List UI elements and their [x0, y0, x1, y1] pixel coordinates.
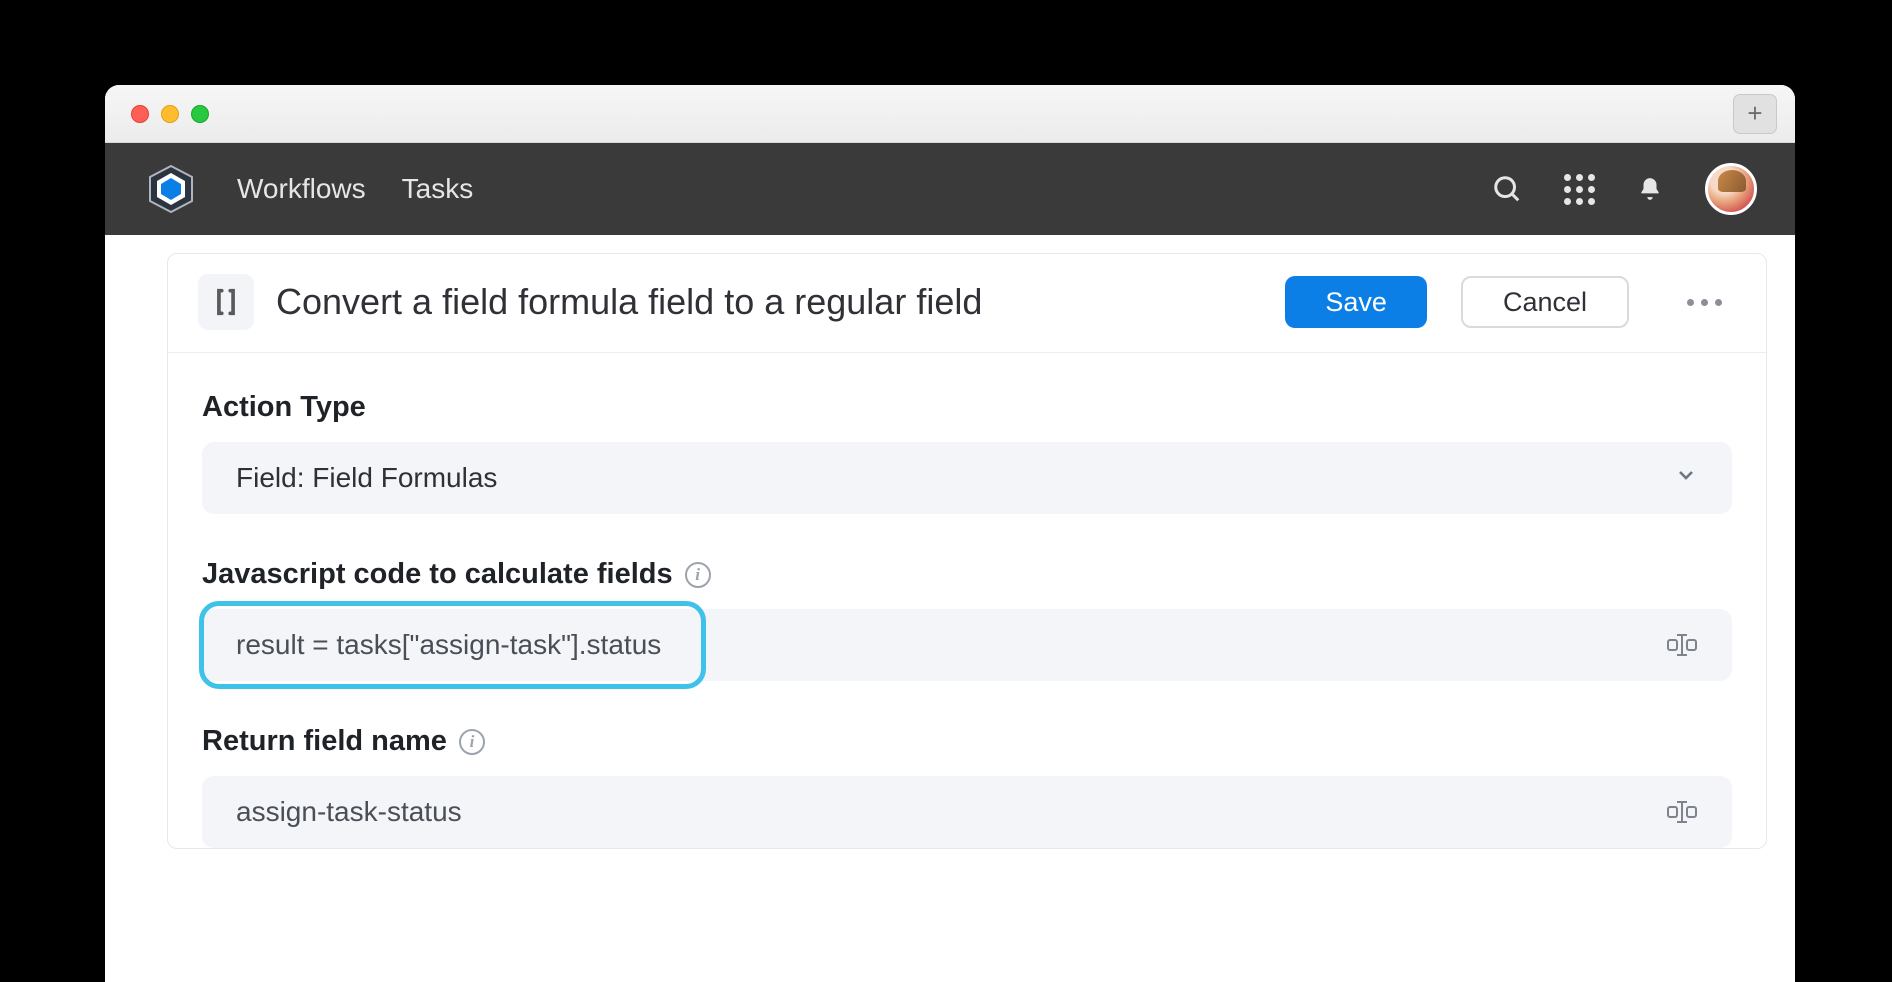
top-navbar: Workflows Tasks	[105, 143, 1795, 235]
nav-right	[1492, 163, 1757, 215]
nav-links: Workflows Tasks	[237, 173, 473, 205]
action-panel: Convert a field formula field to a regul…	[167, 253, 1767, 849]
window-maximize-button[interactable]	[191, 105, 209, 123]
panel-header: Convert a field formula field to a regul…	[168, 254, 1766, 353]
new-tab-button[interactable]: +	[1733, 94, 1777, 134]
more-actions-button[interactable]	[1673, 285, 1736, 320]
window-close-button[interactable]	[131, 105, 149, 123]
traffic-lights	[131, 105, 209, 123]
app-logo[interactable]	[143, 161, 199, 217]
js-code-input[interactable]: result = tasks["assign-task"].status	[202, 609, 1732, 681]
nav-link-workflows[interactable]: Workflows	[237, 173, 366, 205]
insert-variable-icon[interactable]	[1666, 801, 1698, 823]
nav-left: Workflows Tasks	[143, 161, 473, 217]
action-type-value: Field: Field Formulas	[236, 462, 497, 494]
info-icon[interactable]: i	[685, 562, 711, 588]
nav-link-tasks[interactable]: Tasks	[402, 173, 474, 205]
cancel-button[interactable]: Cancel	[1461, 276, 1629, 328]
js-code-label: Javascript code to calculate fields i	[202, 558, 1732, 591]
js-code-wrap: result = tasks["assign-task"].status res…	[202, 609, 1732, 681]
return-field-label: Return field name i	[202, 725, 1732, 758]
insert-variable-icon[interactable]	[1666, 634, 1698, 656]
return-field-value: assign-task-status	[236, 796, 462, 828]
page-title: Convert a field formula field to a regul…	[276, 281, 1263, 323]
save-button[interactable]: Save	[1285, 276, 1427, 328]
chevron-down-icon	[1674, 462, 1698, 494]
app-window: + Workflows Tasks	[105, 85, 1795, 982]
info-icon[interactable]: i	[459, 729, 485, 755]
action-type-select[interactable]: Field: Field Formulas	[202, 442, 1732, 514]
apps-grid-icon[interactable]	[1564, 174, 1595, 205]
search-icon[interactable]	[1492, 174, 1522, 204]
return-field-input[interactable]: assign-task-status	[202, 776, 1732, 848]
window-minimize-button[interactable]	[161, 105, 179, 123]
notifications-icon[interactable]	[1637, 175, 1663, 203]
action-type-label: Action Type	[202, 391, 1732, 424]
window-titlebar: +	[105, 85, 1795, 143]
panel-body: Action Type Field: Field Formulas Javasc…	[168, 353, 1766, 848]
formula-icon	[198, 274, 254, 330]
user-avatar[interactable]	[1705, 163, 1757, 215]
js-code-value: result = tasks["assign-task"].status	[236, 629, 661, 661]
